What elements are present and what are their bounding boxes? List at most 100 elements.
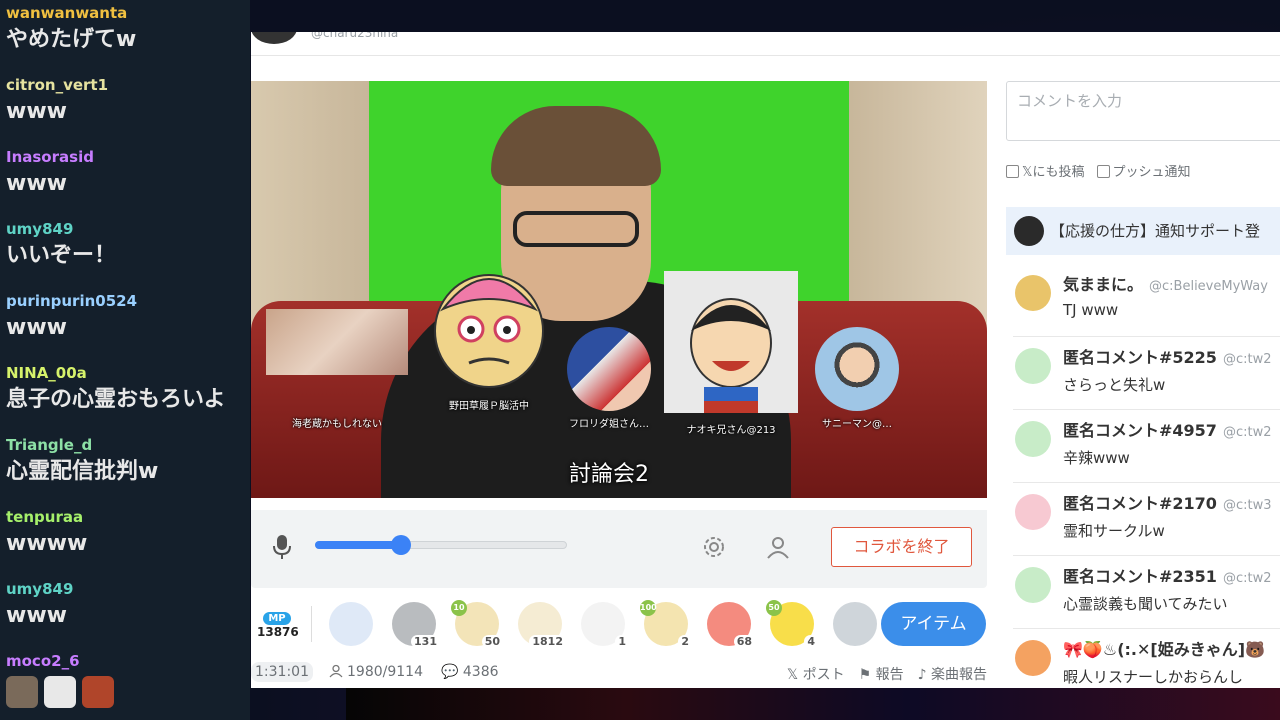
comment-text: 辛辣www <box>1063 449 1130 467</box>
divider <box>311 606 312 642</box>
item-slot[interactable]: 1 <box>577 600 629 648</box>
gear-icon[interactable] <box>701 534 727 560</box>
comment-item[interactable]: 気ままに。 @c:BelieveMyWay TJ www <box>1013 263 1280 337</box>
overlay-chat-user: Triangle_d <box>6 436 93 454</box>
post-to-x-option[interactable]: 𝕏にも投稿 <box>1006 161 1085 180</box>
overlay-chat-text: www <box>6 99 67 124</box>
overlay-chat-user: wanwanwanta <box>6 4 128 22</box>
mp-badge: MP 13876 <box>257 606 299 639</box>
comment-item[interactable]: 匿名コメント#4957 @c:tw2 辛辣www <box>1013 409 1280 483</box>
overlay-chat-text: 息子の心霊おもろいよ <box>6 387 226 412</box>
user-icon <box>329 664 343 678</box>
pin-icon <box>1014 216 1044 246</box>
item-slot[interactable]: 50 4 <box>766 600 818 648</box>
post-to-x-label: にも投稿 <box>1032 165 1085 180</box>
commenter-avatar[interactable] <box>1015 640 1051 676</box>
volume-knob[interactable] <box>390 535 411 555</box>
comment-item[interactable]: 🎀🍑♨(:.✕[姫みきゃん]🐻 暇人リスナーしかおらんし <box>1013 628 1280 688</box>
item-count: 131 <box>411 635 440 648</box>
commenter-name-text: 匿名コメント#4957 <box>1063 421 1217 440</box>
item-slot[interactable]: 1812 <box>514 600 566 648</box>
item-slot[interactable]: 131 <box>388 600 440 648</box>
commenter-avatar[interactable] <box>1015 567 1051 603</box>
volume-fill <box>315 541 401 549</box>
comment-count: 💬 4386 <box>441 664 499 680</box>
commenter-name-text: 🎀🍑♨(:.✕[姫みきゃん]🐻 <box>1063 640 1265 659</box>
item-slot[interactable]: 68 <box>703 600 755 648</box>
commenter-avatar[interactable] <box>1015 421 1051 457</box>
comment-text: さらっと失礼w <box>1063 376 1166 394</box>
item-count: 68 <box>733 635 755 648</box>
comment-text: 心霊談義も聞いてみたい <box>1063 595 1228 613</box>
collaborator[interactable]: ナオキ兄さん@213 <box>661 271 801 436</box>
commenter-name: 気ままに。 @c:BelieveMyWay <box>1063 271 1268 295</box>
comment-item[interactable]: 匿名コメント#2170 @c:tw3 霊和サークルw <box>1013 482 1280 556</box>
collaborator-avatar <box>567 327 651 411</box>
microphone-icon[interactable] <box>271 534 293 560</box>
pinned-comment[interactable]: 【応援の仕方】通知サポート登 <box>1006 207 1280 255</box>
overlay-chat-message: citron_vert1 www <box>6 74 244 146</box>
report-label: 報告 <box>875 667 904 683</box>
commenter-avatar[interactable] <box>1015 494 1051 530</box>
comment-panel: コメントを入力 𝕏にも投稿 プッシュ通知 【応援の仕方】通知サポート登 気ままに… <box>1005 81 1280 688</box>
collab-controls: コラボを終了 <box>251 510 987 588</box>
viewer-count: 1980/9114 <box>329 664 423 680</box>
mp-value: 13876 <box>257 625 299 639</box>
end-collab-button[interactable]: コラボを終了 <box>831 527 972 567</box>
collaborator-name: ナオキ兄さん@213 <box>686 425 776 436</box>
commenter-avatar[interactable] <box>1015 275 1051 311</box>
page-header: @charu23nina <box>251 32 1280 56</box>
x-logo-icon: 𝕏 <box>786 667 803 683</box>
push-notification-label: プッシュ通知 <box>1112 165 1191 180</box>
overlay-chat-text: いいぞー！ <box>6 243 117 268</box>
video-scene <box>513 211 639 247</box>
item-slot[interactable]: 100 2 <box>640 600 692 648</box>
item-slot[interactable] <box>829 600 881 648</box>
overlay-chat-message: wanwanwanta やめたげてw <box>6 2 244 74</box>
overlay-chat-user: umy849 <box>6 580 74 598</box>
elapsed-time: 1:31:01 <box>251 662 313 682</box>
person-icon[interactable] <box>765 534 791 560</box>
commenter-id: @c:tw2 <box>1222 571 1272 586</box>
item-slot[interactable]: 10 50 <box>451 600 503 648</box>
overlay-chat-text: www <box>6 171 67 196</box>
overlay-chat-user: tenpuraa <box>6 508 84 526</box>
checkbox[interactable] <box>1006 165 1019 178</box>
commenter-name: 匿名コメント#4957 @c:tw2 <box>1063 417 1271 441</box>
item-slot[interactable] <box>325 600 377 648</box>
push-notification-option[interactable]: プッシュ通知 <box>1096 161 1191 180</box>
collaborator-avatar <box>664 271 798 413</box>
video-scene <box>491 106 661 186</box>
comment-input[interactable]: コメントを入力 <box>1006 81 1280 141</box>
comment-item[interactable]: 匿名コメント#2351 @c:tw2 心霊談義も聞いてみたい <box>1013 555 1280 629</box>
commenter-name: 🎀🍑♨(:.✕[姫みきゃん]🐻 <box>1063 636 1265 660</box>
x-logo-icon: 𝕏 <box>1022 165 1033 180</box>
overlay-chat: wanwanwanta やめたげてw citron_vert1 www Inas… <box>0 0 250 720</box>
music-report-link[interactable]: ♪ 楽曲報告 <box>918 664 987 684</box>
commenter-id: @c:BelieveMyWay <box>1149 279 1268 294</box>
overlay-chat-user: citron_vert1 <box>6 76 109 94</box>
volume-slider[interactable] <box>315 535 567 555</box>
comment-icon: 💬 <box>441 664 463 680</box>
overlay-chat-user: NINA_00a <box>6 364 87 382</box>
checkbox[interactable] <box>1096 165 1110 178</box>
collaborator-name: サニーマン@… <box>822 419 892 430</box>
stream-background-strip <box>346 688 1280 720</box>
video-player[interactable]: 海老蔵かもしれない 野田草履Ｐ脳活中 フロリダ姐さん… ナオキ兄さん@213 サ… <box>251 81 987 498</box>
collaborator[interactable]: 海老蔵かもしれない <box>265 309 409 430</box>
item-count: 2 <box>678 635 692 648</box>
commenter-id: @c:tw2 <box>1222 352 1272 367</box>
host-avatar[interactable] <box>251 32 297 44</box>
overlay-chat-message: tenpuraa wwww <box>6 506 244 578</box>
report-link[interactable]: ⚑ 報告 <box>859 664 904 684</box>
items-button[interactable]: アイテム <box>881 602 986 646</box>
collaborator[interactable]: サニーマン@… <box>811 327 903 430</box>
comment-item[interactable]: 匿名コメント#5225 @c:tw2 さらっと失礼w <box>1013 336 1280 410</box>
collaborator[interactable]: フロリダ姐さん… <box>559 327 659 430</box>
commenter-name: 匿名コメント#2351 @c:tw2 <box>1063 563 1271 587</box>
stamp-icon <box>6 676 38 708</box>
commenter-avatar[interactable] <box>1015 348 1051 384</box>
post-x-link[interactable]: 𝕏 ポスト <box>787 664 845 684</box>
stream-page: @charu23nina 海老蔵かもしれない 野田草履Ｐ脳活中 フロリダ姐さん…… <box>251 32 1280 688</box>
collaborator[interactable]: 野田草履Ｐ脳活中 <box>427 259 551 412</box>
